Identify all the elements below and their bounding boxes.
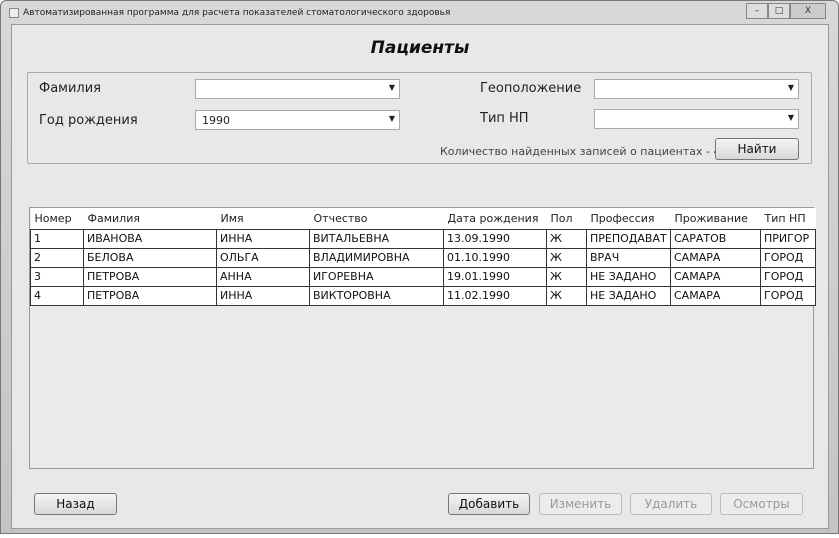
table-cell[interactable]: 4 [30,285,84,306]
table-cell[interactable]: 13.09.1990 [443,228,547,249]
find-button[interactable]: Найти [715,138,799,160]
table-cell[interactable]: САМАРА [670,266,761,287]
table-cell[interactable]: Ж [546,228,587,249]
birth-year-value: 1990 [202,114,230,127]
back-button[interactable]: Назад [34,493,117,515]
chevron-down-icon: ▼ [787,113,794,122]
table-cell[interactable]: САМАРА [670,285,761,306]
table-cell[interactable]: ПЕТРОВА [83,285,217,306]
column-header[interactable]: Номер [30,208,84,229]
column-header[interactable]: Пол [546,208,587,229]
table-cell[interactable]: ГОРОД [760,266,816,287]
column-header[interactable]: Фамилия [83,208,217,229]
column-header[interactable]: Тип НП [760,208,816,229]
table-cell[interactable]: 1 [30,228,84,249]
table-cell[interactable]: ИННА [216,228,310,249]
table-cell[interactable]: ПРЕПОДАВАТ [586,228,671,249]
table-cell[interactable]: Ж [546,285,587,306]
table-cell[interactable]: Ж [546,266,587,287]
table-row[interactable]: 3 ПЕТРОВА АННА ИГОРЕВНА 19.01.1990 Ж НЕ ЗАДАНО… [30,266,816,287]
app-window: Автоматизированная программа для расчета… [0,0,839,534]
table-row[interactable]: 4 ПЕТРОВА ИННА ВИКТОРОВНА 11.02.1990 Ж НЕ ЗАДА… [30,285,816,306]
table-cell[interactable]: ИННА [216,285,310,306]
table-cell[interactable]: ГОРОД [760,285,816,306]
table-cell[interactable]: АННА [216,266,310,287]
table-cell[interactable]: ИГОРЕВНА [309,266,444,287]
settlement-label: Тип НП [480,111,529,126]
table-cell[interactable]: НЕ ЗАДАНО [586,266,671,287]
birth-year-label: Год рождения [39,113,138,128]
table-cell[interactable]: НЕ ЗАДАНО [586,285,671,306]
minimize-button[interactable]: – [746,3,768,19]
settlement-combo[interactable]: ▼ [594,109,799,129]
app-icon[interactable] [9,8,19,18]
results-count: Количество найденных записей о пациентах… [440,145,721,158]
geo-combo[interactable]: ▼ [594,79,799,99]
table-cell[interactable]: ГОРОД [760,247,816,268]
table-cell[interactable]: 19.01.1990 [443,266,547,287]
table-cell[interactable]: ВЛАДИМИРОВНА [309,247,444,268]
table-cell[interactable]: 11.02.1990 [443,285,547,306]
column-header[interactable]: Проживание [670,208,761,229]
table-row[interactable]: 1 ИВАНОВА ИННА ВИТАЛЬЕВНА 13.09.1990 Ж ПРЕПОДА… [30,228,816,249]
chevron-down-icon: ▼ [787,83,794,92]
table-cell[interactable]: Ж [546,247,587,268]
maximize-button[interactable]: □ [768,3,790,19]
column-header[interactable]: Дата рождения [443,208,547,229]
page-title: Пациенты [370,38,470,58]
table-cell[interactable]: ПРИГОР [760,228,816,249]
column-header[interactable]: Профессия [586,208,671,229]
column-header[interactable]: Отчество [309,208,444,229]
column-header[interactable]: Имя [216,208,310,229]
exams-button[interactable]: Осмотры [720,493,803,515]
chevron-down-icon: ▼ [388,114,395,123]
table-cell[interactable]: ВИКТОРОВНА [309,285,444,306]
close-button[interactable]: X [790,3,826,19]
patients-table: Номер Фамилия Имя Отчество Дата рождения Пол П… [29,207,816,469]
geo-label: Геоположение [480,81,582,96]
table-cell[interactable]: ВИТАЛЬЕВНА [309,228,444,249]
table-row[interactable]: 2 БЕЛОВА ОЛЬГА ВЛАДИМИРОВНА 01.10.1990 Ж ВРАЧ С… [30,247,816,268]
surname-label: Фамилия [39,81,101,96]
table-cell[interactable]: 2 [30,247,84,268]
table-cell[interactable]: ОЛЬГА [216,247,310,268]
table-cell[interactable]: САРАТОВ [670,228,761,249]
table-cell[interactable]: ИВАНОВА [83,228,217,249]
table-cell[interactable]: САМАРА [670,247,761,268]
table-cell[interactable]: 3 [30,266,84,287]
chevron-down-icon: ▼ [388,83,395,92]
birth-year-combo[interactable]: 1990 ▼ [195,110,400,130]
edit-button[interactable]: Изменить [539,493,622,515]
window-title: Автоматизированная программа для расчета… [23,8,451,18]
table-cell[interactable]: ПЕТРОВА [83,266,217,287]
table-cell[interactable]: БЕЛОВА [83,247,217,268]
client-area: Пациенты Фамилия ▼ Год рождения 1990 ▼ Ге… [11,24,829,529]
table-cell[interactable]: ВРАЧ [586,247,671,268]
surname-combo[interactable]: ▼ [195,79,400,99]
table-cell[interactable]: 01.10.1990 [443,247,547,268]
delete-button[interactable]: Удалить [630,493,712,515]
add-button[interactable]: Добавить [448,493,530,515]
